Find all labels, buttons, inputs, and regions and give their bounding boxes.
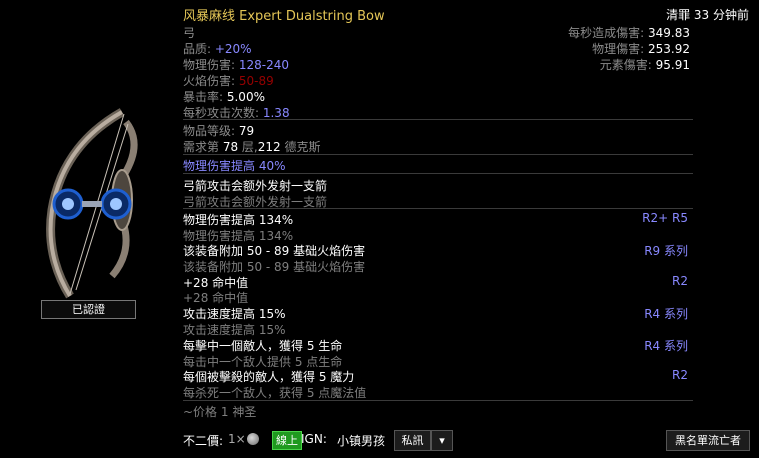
phys-damage-value: 128-240 (238, 58, 289, 72)
req-mid: 层, (238, 140, 258, 154)
item-title: 风暴麻线 Expert Dualstring Bow (183, 9, 385, 24)
ele-dps-label: 元素傷害: (599, 58, 656, 72)
mod-tier: R4 系列 (644, 307, 688, 321)
req-floor: 78 (222, 140, 239, 154)
mod-text: 攻击速度提高 15% (183, 307, 286, 321)
item-type: 弓 (183, 26, 196, 40)
req-num: 212 (257, 140, 281, 154)
price-note: ~价格 1 神圣 (183, 405, 257, 419)
phys-dps-row: 物理傷害: 253.92 (592, 40, 690, 57)
mod-sub: 每杀死一个敌人，获得 5 点魔法值 (183, 386, 367, 400)
mod-tier: R2+ R5 (642, 211, 688, 225)
fire-damage-label: 火焰伤害: (183, 74, 239, 88)
crit-label: 暴击率: (183, 90, 227, 104)
mod-text: 每個被擊殺的敵人，獲得 5 魔力 (183, 370, 355, 384)
divider (183, 173, 693, 174)
ele-dps-value: 95.91 (655, 58, 690, 72)
fire-damage-row: 火焰伤害: 50-89 (183, 72, 274, 89)
whisper-dropdown-button[interactable]: ▾ (431, 430, 453, 451)
listed-time: 清罪 33 分钟前 (666, 8, 749, 22)
fire-damage-value: 50-89 (238, 74, 274, 88)
req-prefix: 需求第 (183, 140, 223, 154)
mod-text: 弓箭攻击会额外发射一支箭 (183, 179, 328, 193)
mod-tier: R4 系列 (644, 339, 688, 353)
divider (183, 400, 693, 401)
requirement-row: 需求第 78 层,212 德克斯 (183, 138, 320, 155)
mod-sub: 攻击速度提高 15% (183, 323, 286, 337)
mod-tier: R2 (672, 274, 688, 288)
phys-dps-label: 物理傷害: (592, 42, 648, 56)
item-level-value: 79 (238, 124, 255, 138)
quality-label: 品质: (183, 42, 215, 56)
item-level-label: 物品等级: (183, 124, 239, 138)
ele-dps-row: 元素傷害: 95.91 (600, 56, 690, 73)
mod-tier: R2 (672, 368, 688, 382)
quality-row: 品质: +20% (183, 40, 252, 57)
aps-label: 每秒攻击次数: (183, 106, 263, 120)
total-dps-row: 每秒造成傷害: 349.83 (568, 24, 690, 41)
divider (183, 119, 693, 120)
mod-text: 物理伤害提高 134% (183, 213, 294, 227)
mod-tier: R9 系列 (644, 244, 688, 258)
item-listing-panel: 已認證 风暴麻线 Expert Dualstring Bow 清罪 33 分钟前… (0, 0, 759, 458)
divider (183, 208, 693, 209)
phys-dps-value: 253.92 (648, 42, 690, 56)
mod-sub: 该装备附加 50 - 89 基础火焰伤害 (183, 260, 366, 274)
item-level-row: 物品等级: 79 (183, 122, 254, 139)
verified-badge: 已認證 (41, 300, 136, 319)
bow-item-icon (46, 108, 138, 299)
online-status-badge: 線上 (272, 431, 302, 450)
whisper-button[interactable]: 私訊 (394, 430, 431, 451)
quality-value: +20% (214, 42, 252, 56)
implicit-mod: 物理伤害提高 40% (183, 159, 286, 173)
phys-damage-label: 物理伤害: (183, 58, 239, 72)
mod-text: 每擊中一個敵人，獲得 5 生命 (183, 339, 343, 353)
mod-text: 该装备附加 50 - 89 基础火焰伤害 (183, 244, 366, 258)
aps-value: 1.38 (262, 106, 290, 120)
price-label: 不二價: (183, 434, 224, 448)
crit-value: 5.00% (226, 90, 265, 104)
mod-sub: +28 命中值 (183, 291, 249, 305)
price-quantity: 1× (228, 432, 246, 446)
divider (183, 154, 693, 155)
blacklist-button[interactable]: 黑名單流亡者 (666, 430, 750, 451)
phys-damage-row: 物理伤害: 128-240 (183, 56, 289, 73)
seller-name[interactable]: 小镇男孩 (337, 432, 385, 449)
ign-label: IGN: (301, 432, 327, 446)
crit-row: 暴击率: 5.00% (183, 88, 265, 105)
divine-orb-icon (247, 433, 259, 445)
req-suffix: 德克斯 (280, 140, 321, 154)
total-dps-label: 每秒造成傷害: (568, 26, 648, 40)
total-dps-value: 349.83 (648, 26, 690, 40)
